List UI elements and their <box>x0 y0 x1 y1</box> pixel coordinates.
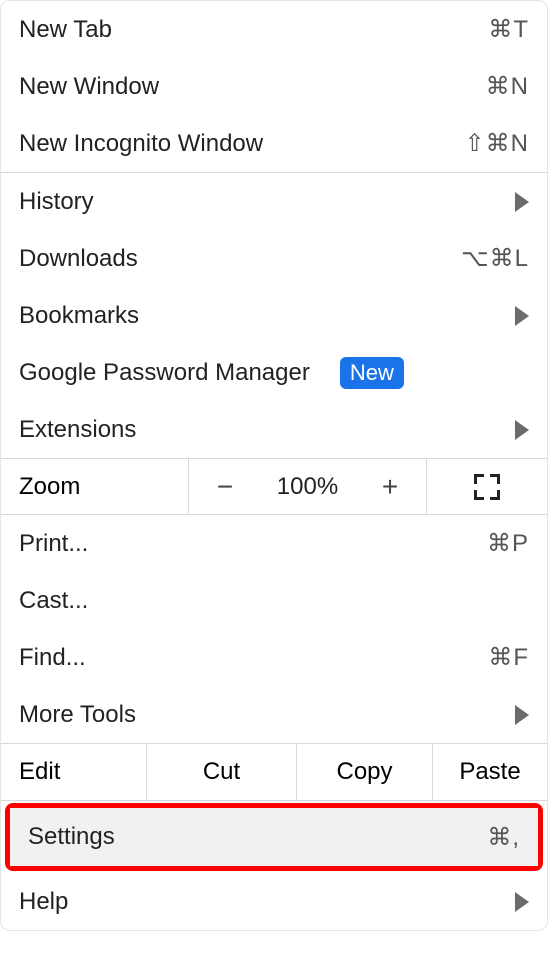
settings-shortcut: ⌘, <box>487 823 520 852</box>
downloads-shortcut: ⌥⌘L <box>461 244 529 273</box>
chevron-right-icon <box>515 705 529 725</box>
menu-item-password-manager[interactable]: Google Password Manager New <box>1 344 547 401</box>
menu-item-more-tools[interactable]: More Tools <box>1 686 547 743</box>
menu-item-help[interactable]: Help <box>1 873 547 930</box>
new-tab-shortcut: ⌘T <box>488 15 529 44</box>
paste-button[interactable]: Paste <box>433 744 547 800</box>
menu-item-extensions[interactable]: Extensions <box>1 401 547 458</box>
cast-label: Cast... <box>19 587 88 615</box>
menu-item-downloads[interactable]: Downloads ⌥⌘L <box>1 230 547 287</box>
zoom-out-button[interactable]: − <box>205 471 245 503</box>
menu-item-print[interactable]: Print... ⌘P <box>1 515 547 572</box>
find-shortcut: ⌘F <box>488 643 529 672</box>
gpm-label: Google Password Manager <box>19 359 310 387</box>
zoom-row: Zoom − 100% + <box>1 458 547 515</box>
edit-row: Edit Cut Copy Paste <box>1 743 547 801</box>
extensions-label: Extensions <box>19 416 136 444</box>
more-tools-label: More Tools <box>19 701 136 729</box>
find-label: Find... <box>19 644 86 672</box>
fullscreen-button[interactable] <box>427 459 547 514</box>
history-label: History <box>19 188 94 216</box>
edit-label: Edit <box>1 744 147 800</box>
new-window-label: New Window <box>19 73 159 101</box>
menu-item-history[interactable]: History <box>1 173 547 230</box>
new-incognito-label: New Incognito Window <box>19 130 263 158</box>
menu-item-settings[interactable]: Settings ⌘, <box>10 808 538 866</box>
new-tab-label: New Tab <box>19 16 112 44</box>
settings-highlight: Settings ⌘, <box>5 803 543 871</box>
menu-item-cast[interactable]: Cast... <box>1 572 547 629</box>
chevron-right-icon <box>515 192 529 212</box>
bookmarks-label: Bookmarks <box>19 302 139 330</box>
new-window-shortcut: ⌘N <box>486 72 529 101</box>
chevron-right-icon <box>515 892 529 912</box>
menu-item-find[interactable]: Find... ⌘F <box>1 629 547 686</box>
settings-label: Settings <box>28 823 115 851</box>
new-badge: New <box>340 357 404 389</box>
print-label: Print... <box>19 530 88 558</box>
browser-menu: New Tab ⌘T New Window ⌘N New Incognito W… <box>0 0 548 931</box>
chevron-right-icon <box>515 306 529 326</box>
menu-item-new-incognito[interactable]: New Incognito Window ⇧⌘N <box>1 115 547 172</box>
downloads-label: Downloads <box>19 245 138 273</box>
zoom-label: Zoom <box>1 459 189 514</box>
print-shortcut: ⌘P <box>487 529 529 558</box>
chevron-right-icon <box>515 420 529 440</box>
fullscreen-icon <box>474 474 500 500</box>
help-label: Help <box>19 888 68 916</box>
cut-button[interactable]: Cut <box>147 744 297 800</box>
new-incognito-shortcut: ⇧⌘N <box>465 129 529 158</box>
menu-item-new-window[interactable]: New Window ⌘N <box>1 58 547 115</box>
zoom-in-button[interactable]: + <box>370 471 410 503</box>
copy-button[interactable]: Copy <box>297 744 433 800</box>
zoom-controls: − 100% + <box>189 459 427 514</box>
menu-item-bookmarks[interactable]: Bookmarks <box>1 287 547 344</box>
menu-item-new-tab[interactable]: New Tab ⌘T <box>1 1 547 58</box>
zoom-value: 100% <box>277 473 338 501</box>
